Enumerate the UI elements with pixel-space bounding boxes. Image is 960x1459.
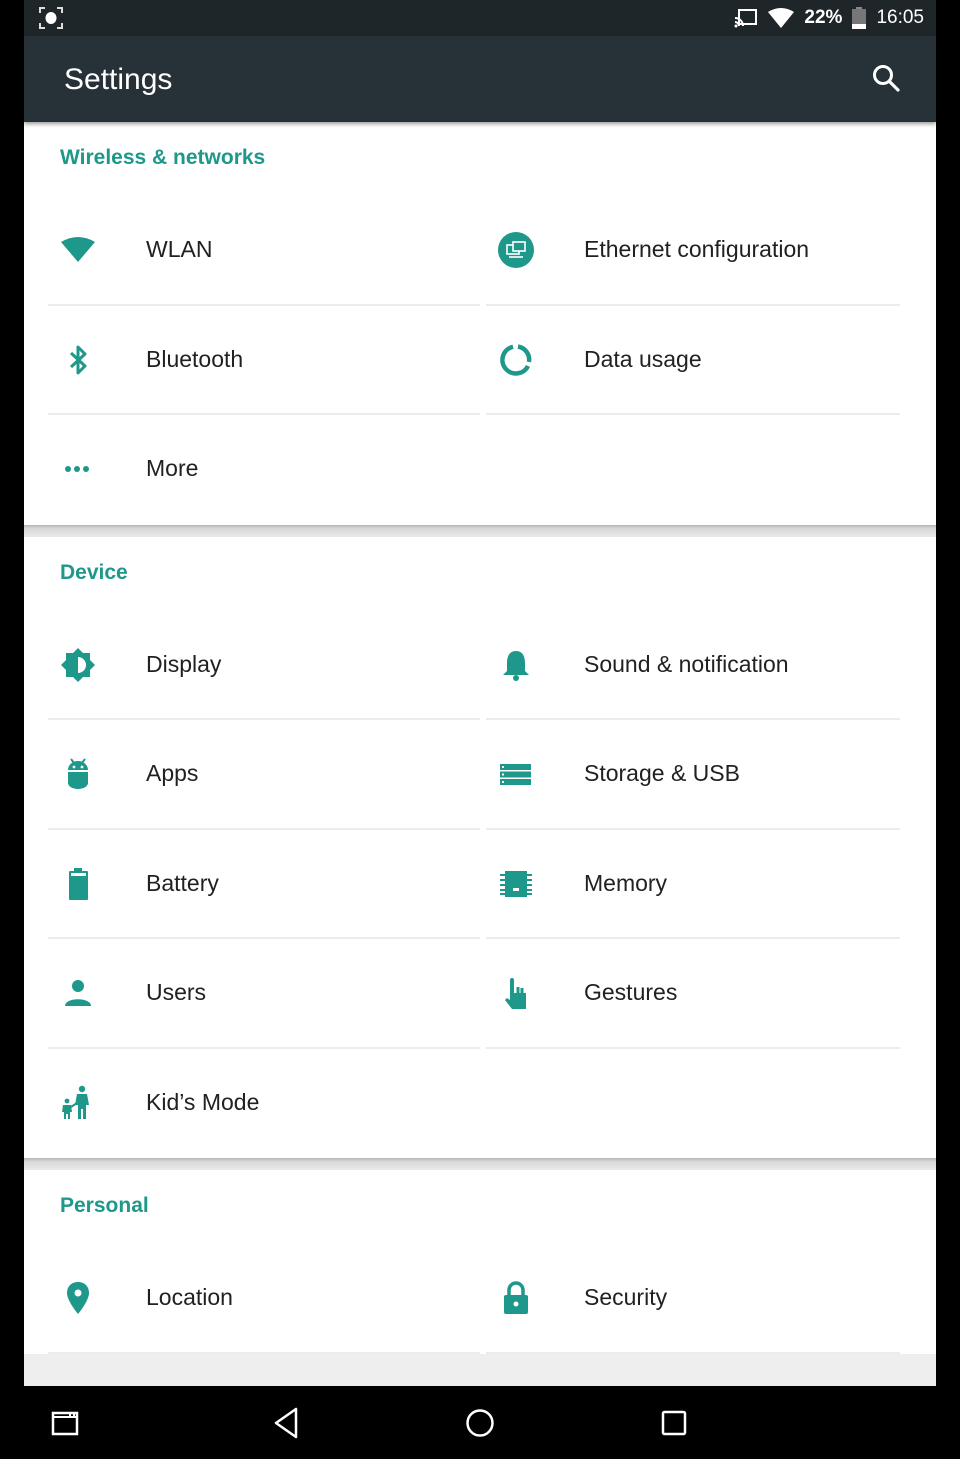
parent-child-icon — [62, 1085, 89, 1119]
screenshot-window-icon[interactable] — [48, 1406, 82, 1440]
settings-item-battery[interactable]: Battery — [24, 830, 480, 939]
divider — [486, 413, 900, 415]
settings-item-security[interactable]: Security — [480, 1244, 936, 1354]
divider — [48, 1351, 480, 1354]
battery-icon — [852, 7, 867, 29]
app-bar: Settings — [24, 36, 936, 122]
screenshot-icon — [39, 7, 63, 29]
settings-item-label: Bluetooth — [146, 345, 244, 372]
brightness-icon — [61, 647, 95, 682]
divider — [486, 1046, 900, 1049]
bell-icon — [503, 650, 529, 681]
settings-item-label: Storage & USB — [584, 760, 740, 786]
settings-item-label: More — [146, 455, 199, 481]
settings-item-label: Memory — [584, 869, 668, 896]
settings-item-data-usage[interactable]: Data usage — [480, 306, 936, 415]
settings-item-memory[interactable]: Memory — [480, 830, 936, 939]
hand-pointer-icon — [505, 978, 526, 1009]
settings-item-more[interactable]: More — [24, 415, 480, 525]
settings-item-label: Sound & notification — [584, 650, 789, 677]
device-screen: 22% 16:05 Settings Wireless & networks W… — [24, 0, 936, 1459]
settings-item-display[interactable]: Display — [24, 611, 480, 720]
bluetooth-icon — [69, 345, 87, 374]
recents-icon[interactable] — [657, 1406, 691, 1440]
settings-item-location[interactable]: Location — [24, 1244, 480, 1354]
data-usage-icon — [500, 343, 532, 376]
home-icon[interactable] — [463, 1406, 497, 1440]
settings-item-storage-usb[interactable]: Storage & USB — [480, 720, 936, 830]
section-separator — [24, 524, 936, 537]
status-bar: 22% 16:05 — [24, 0, 936, 36]
battery-icon — [69, 867, 88, 900]
settings-item-gestures[interactable]: Gestures — [480, 939, 936, 1049]
settings-item-apps[interactable]: Apps — [24, 720, 480, 830]
android-icon — [68, 758, 88, 789]
settings-item-bluetooth[interactable]: Bluetooth — [24, 306, 480, 415]
settings-item-sound-notification[interactable]: Sound & notification — [480, 611, 936, 720]
settings-item-users[interactable]: Users — [24, 939, 480, 1049]
storage-icon — [500, 764, 531, 785]
more-dots-icon — [65, 466, 89, 472]
ethernet-icon — [498, 232, 534, 268]
section-personal: Personal Location Security — [24, 1170, 936, 1354]
settings-item-label: Battery — [146, 869, 219, 896]
settings-item-ethernet-configuration[interactable]: Ethernet configuration — [480, 196, 936, 306]
settings-item-label: Ethernet configuration — [584, 236, 810, 262]
settings-item-label: Data usage — [584, 345, 702, 372]
settings-item-label: Gestures — [584, 979, 678, 1005]
settings-item-label: Kid’s Mode — [146, 1088, 260, 1115]
settings-item-label: Users — [146, 979, 207, 1005]
cast-icon — [734, 9, 758, 28]
settings-item-wlan[interactable]: WLAN — [24, 196, 480, 306]
page-title: Settings — [64, 63, 173, 96]
section-separator — [24, 1158, 936, 1170]
clock: 16:05 — [876, 7, 924, 28]
navigation-bar — [24, 1386, 936, 1459]
person-icon — [65, 980, 91, 1006]
battery-percent: 22% — [804, 7, 843, 28]
settings-item-label: Security — [584, 1284, 668, 1310]
back-icon[interactable] — [270, 1406, 304, 1440]
settings-item-label: Location — [146, 1284, 233, 1310]
section-title: Personal — [60, 1194, 149, 1217]
settings-item-kids-mode[interactable]: Kid’s Mode — [24, 1049, 480, 1159]
settings-list: Wireless & networks WLAN Ethernet config… — [24, 122, 936, 1386]
section-device: Device Display Sound & notification Apps… — [24, 536, 936, 1159]
settings-item-label: Display — [146, 650, 222, 677]
lock-icon — [504, 1281, 528, 1314]
search-icon[interactable] — [870, 62, 902, 94]
location-pin-icon — [67, 1282, 89, 1314]
section-wireless-networks: Wireless & networks WLAN Ethernet config… — [24, 122, 936, 525]
divider — [486, 1351, 900, 1354]
memory-chip-icon — [500, 870, 532, 897]
wifi-icon — [61, 237, 95, 262]
section-title: Wireless & networks — [60, 146, 266, 169]
section-title: Device — [60, 560, 128, 584]
settings-item-label: Apps — [146, 760, 199, 786]
wifi-icon — [768, 8, 795, 28]
settings-item-label: WLAN — [146, 236, 213, 262]
